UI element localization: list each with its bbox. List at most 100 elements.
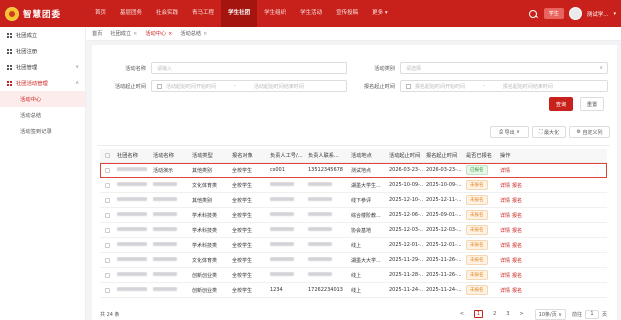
sidebar-item-club-manage[interactable]: 社团管理 ∨: [0, 59, 85, 75]
nav-item[interactable]: 宣传投稿: [329, 0, 365, 27]
table-cell: 2025-10-09-...: [389, 182, 423, 188]
signup-link[interactable]: 报名: [512, 258, 522, 264]
app-logo[interactable]: 智慧团委: [0, 6, 88, 21]
table-row[interactable]: 创新创业类 全校学生 1234 17262234013 线上 2025-11-24-...…: [100, 283, 607, 298]
column-header[interactable]: 社团名称: [114, 152, 150, 159]
nav-item[interactable]: 学生组织: [257, 0, 293, 27]
detail-link[interactable]: 详情: [500, 288, 510, 294]
table-row[interactable]: 其他类别 全校学生 线下参评 2025-12-10-... 2025-12-11-...…: [100, 193, 607, 208]
row-checkbox[interactable]: [105, 197, 110, 203]
row-checkbox[interactable]: [105, 287, 110, 293]
row-checkbox[interactable]: [105, 182, 110, 188]
signup-link[interactable]: 报名: [512, 288, 522, 294]
sidebar-subitem-activity-center[interactable]: 活动中心: [0, 91, 85, 107]
signup-link[interactable]: 报名: [512, 273, 522, 279]
page-number[interactable]: 2: [493, 311, 496, 317]
close-icon[interactable]: ×: [168, 31, 172, 37]
export-button[interactable]: ⎙ 导出 ∨: [490, 126, 529, 138]
maximize-button[interactable]: ⛶ 最大化: [532, 126, 566, 138]
detail-link[interactable]: 详情: [500, 243, 510, 249]
sidebar-item-club-establish[interactable]: 社团成立: [0, 27, 85, 43]
caret-down-icon[interactable]: ▾: [613, 11, 616, 17]
table-row[interactable]: 学术科技类 全校学生 综合楼阶教... 2025-12-06-... 2025-09-0…: [100, 208, 607, 223]
nav-item[interactable]: 社会实践: [149, 0, 185, 27]
signup-time-range[interactable]: 报名起始时间开始时间 - 报名起始时间结束时间: [400, 80, 608, 92]
sidebar-item-club-register[interactable]: 社团注册: [0, 43, 85, 59]
row-checkbox[interactable]: [105, 257, 110, 263]
row-checkbox[interactable]: [105, 242, 110, 248]
table-row[interactable]: 文化体育类 全校学生 湖墨大大学... 2025-11-29-... 2025-11-2…: [100, 253, 607, 268]
nav-item[interactable]: 青马工程: [185, 0, 221, 27]
table-row[interactable]: 活动演示 其他类别 全校学生 cs001 13512345678 测试地点 2026-03-…: [100, 163, 607, 178]
table-row[interactable]: 学术科技类 全校学生 协会基地 2025-12-03-... 2025-12-03-..…: [100, 223, 607, 238]
close-icon[interactable]: ×: [203, 31, 207, 37]
detail-link[interactable]: 详情: [500, 168, 510, 174]
custom-columns-button[interactable]: ⚙ 自定义列: [569, 126, 610, 138]
column-header[interactable]: 是否已报名: [463, 152, 497, 159]
activity-name-input[interactable]: 请输入: [151, 62, 347, 74]
goto-page-input[interactable]: 1: [584, 309, 599, 319]
row-checkbox[interactable]: [105, 212, 110, 218]
close-icon[interactable]: ×: [133, 31, 137, 37]
reset-button[interactable]: 重置: [580, 97, 604, 111]
prev-page-button[interactable]: <: [460, 311, 464, 317]
column-header[interactable]: 报名起止时间: [423, 152, 463, 159]
column-header[interactable]: 活动名称: [150, 152, 189, 159]
column-header[interactable]: 负责人联系...: [305, 152, 348, 159]
table-cell: 2025-11-28-...: [389, 272, 423, 278]
detail-link[interactable]: 详情: [500, 228, 510, 234]
username[interactable]: 测试学...: [587, 10, 609, 18]
grid-icon: [7, 48, 12, 54]
column-header[interactable]: 活动地点: [348, 152, 386, 159]
column-header[interactable]: 负责人工号/...: [267, 152, 305, 159]
nav-item[interactable]: 首页: [88, 0, 113, 27]
nav-item[interactable]: 基层团务: [113, 0, 149, 27]
redacted-cell: [114, 227, 150, 233]
row-checkbox[interactable]: [105, 227, 110, 233]
tab-home[interactable]: 首页: [92, 30, 102, 37]
signup-link[interactable]: 报名: [512, 198, 522, 204]
column-header[interactable]: 活动类型: [189, 152, 229, 159]
page-number[interactable]: 3: [506, 311, 509, 317]
signup-link[interactable]: 报名: [512, 183, 522, 189]
signup-link[interactable]: 报名: [512, 243, 522, 249]
nav-item[interactable]: 更多 ▾: [365, 0, 395, 27]
sidebar-item-activity-manage[interactable]: 社团活动管理 ∧: [0, 75, 85, 91]
detail-link[interactable]: 详情: [500, 258, 510, 264]
filter-label: 活动名称: [125, 65, 146, 72]
search-icon[interactable]: [527, 8, 539, 20]
activity-time-range[interactable]: 活动起始时间开始时间 - 活动起始时间结束时间: [151, 80, 347, 92]
signup-link[interactable]: 报名: [512, 213, 522, 219]
table-row[interactable]: 文化体育类 全校学生 湖墨大学生... 2025-10-09-... 2025-10-0…: [100, 178, 607, 193]
next-page-button[interactable]: >: [519, 311, 523, 317]
table-row[interactable]: 创新创业类 全校学生 线上 2025-11-28-... 2025-11-26-... 未…: [100, 268, 607, 283]
tab-club-establish[interactable]: 社团成立 ×: [110, 30, 137, 38]
page-size-select[interactable]: 10条/页 ∨: [534, 308, 566, 320]
redacted-cell: [114, 212, 150, 218]
query-button[interactable]: 查询: [549, 97, 573, 111]
column-header[interactable]: 操作: [497, 152, 523, 159]
activity-type-select[interactable]: 请选择 ∨: [400, 62, 608, 74]
detail-link[interactable]: 详情: [500, 198, 510, 204]
detail-link[interactable]: 详情: [500, 213, 510, 219]
role-badge[interactable]: 学生: [543, 8, 564, 19]
page-number[interactable]: 1: [473, 310, 484, 318]
tab-activity-summary[interactable]: 活动总结 ×: [180, 30, 207, 38]
table-row[interactable]: 学术科技类 全校学生 线上 2025-12-01-... 2025-12-01-... 未…: [100, 238, 607, 253]
avatar[interactable]: [568, 7, 582, 20]
sidebar-subitem-activity-summary[interactable]: 活动总结: [0, 107, 85, 123]
detail-link[interactable]: 详情: [500, 273, 510, 279]
select-all-checkbox[interactable]: [105, 153, 110, 158]
column-header[interactable]: 活动起止时间: [386, 152, 423, 159]
redacted-block: [153, 227, 177, 231]
nav-item[interactable]: 学生活动: [293, 0, 329, 27]
tab-activity-center[interactable]: 活动中心 ×: [145, 30, 172, 38]
row-checkbox[interactable]: [105, 167, 110, 173]
detail-link[interactable]: 详情: [500, 183, 510, 189]
nav-item[interactable]: 学生社团: [221, 0, 258, 27]
sidebar-subitem-signin-records[interactable]: 活动签到记录: [0, 123, 85, 139]
grid-icon: [7, 80, 12, 86]
signup-link[interactable]: 报名: [512, 228, 522, 234]
column-header[interactable]: 报名对象: [229, 152, 267, 159]
row-checkbox[interactable]: [105, 272, 110, 278]
